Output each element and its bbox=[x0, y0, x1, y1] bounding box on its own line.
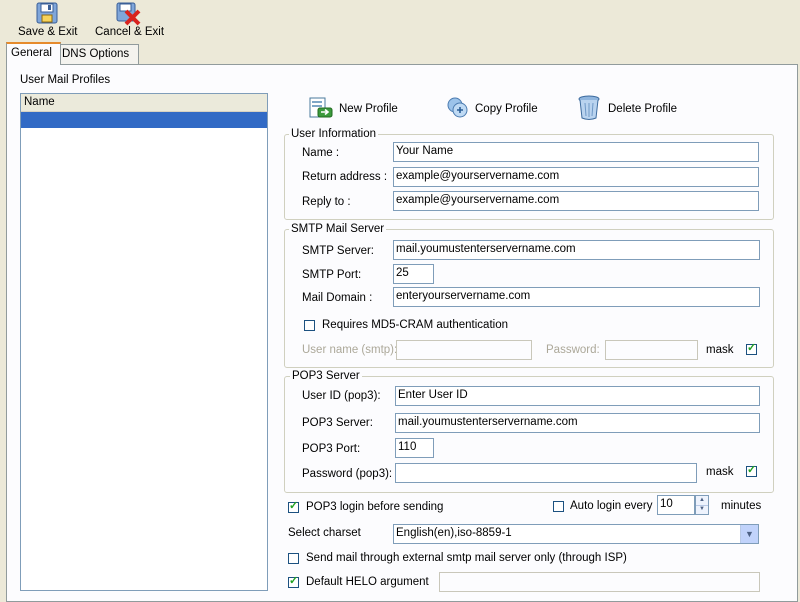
tab-general[interactable]: General bbox=[6, 42, 61, 65]
external-smtp-label: Send mail through external smtp mail ser… bbox=[306, 552, 627, 564]
smtp-password-label: Password: bbox=[546, 344, 600, 356]
auto-login-spinner[interactable]: ▲ ▼ bbox=[695, 495, 709, 515]
smtp-username-label: User name (smtp): bbox=[302, 344, 398, 356]
smtp-server-label: SMTP Server: bbox=[302, 245, 374, 257]
tab-dns-options-label: DNS Options bbox=[62, 48, 130, 60]
new-profile-icon bbox=[309, 97, 333, 118]
smtp-password-field[interactable] bbox=[605, 340, 698, 360]
name-label: Name : bbox=[302, 147, 340, 159]
profiles-label: User Mail Profiles bbox=[20, 74, 111, 86]
new-profile-label: New Profile bbox=[339, 103, 398, 115]
pop3-password-label: Password (pop3): bbox=[302, 468, 393, 480]
checkmark-icon: ✓ bbox=[747, 342, 757, 354]
copy-profile-icon bbox=[447, 97, 468, 118]
save-exit-button[interactable]: Save & Exit bbox=[14, 0, 80, 42]
auto-login-checkbox[interactable] bbox=[553, 501, 564, 512]
charset-label: Select charset bbox=[288, 527, 361, 539]
pop3-mask-checkbox[interactable]: ✓ bbox=[746, 464, 757, 477]
pop3-before-send-label: POP3 login before sending bbox=[306, 501, 444, 513]
delete-profile-icon bbox=[578, 95, 600, 120]
reply-to-label: Reply to : bbox=[302, 196, 351, 208]
md5-cram-label: Requires MD5-CRAM authentication bbox=[322, 319, 508, 331]
save-exit-label: Save & Exit bbox=[18, 26, 78, 38]
save-icon bbox=[36, 2, 58, 24]
pop3-userid-label: User ID (pop3): bbox=[302, 390, 381, 402]
pop3-userid-field[interactable]: Enter User ID bbox=[395, 386, 760, 406]
charset-value: English(en),iso-8859-1 bbox=[396, 527, 512, 539]
charset-select[interactable]: English(en),iso-8859-1 ▼ bbox=[393, 524, 759, 544]
checkmark-icon: ✓ bbox=[289, 500, 299, 512]
mail-domain-label: Mail Domain : bbox=[302, 292, 373, 304]
smtp-title: SMTP Mail Server bbox=[289, 223, 387, 235]
new-profile-button[interactable]: New Profile bbox=[306, 96, 406, 122]
list-item[interactable] bbox=[21, 112, 267, 128]
spin-down-icon[interactable]: ▼ bbox=[696, 505, 708, 514]
smtp-port-label: SMTP Port: bbox=[302, 269, 362, 281]
tab-general-label: General bbox=[11, 47, 52, 59]
auto-login-label: Auto login every bbox=[570, 500, 653, 512]
checkmark-icon: ✓ bbox=[747, 464, 757, 476]
pop3-server-label: POP3 Server: bbox=[302, 417, 373, 429]
smtp-username-field[interactable] bbox=[396, 340, 532, 360]
smtp-port-field[interactable]: 25 bbox=[393, 264, 434, 284]
delete-profile-label: Delete Profile bbox=[608, 103, 678, 115]
cancel-exit-label: Cancel & Exit bbox=[95, 26, 165, 38]
checkmark-icon: ✓ bbox=[289, 575, 299, 587]
chevron-down-icon[interactable]: ▼ bbox=[740, 525, 758, 543]
copy-profile-button[interactable]: Copy Profile bbox=[443, 96, 543, 122]
list-column-header[interactable]: Name bbox=[21, 94, 267, 112]
tab-dns-options[interactable]: DNS Options bbox=[57, 44, 139, 64]
delete-profile-button[interactable]: Delete Profile bbox=[576, 95, 686, 122]
minutes-label: minutes bbox=[721, 500, 762, 512]
helo-checkbox[interactable]: ✓ bbox=[288, 575, 299, 588]
profiles-list[interactable]: Name bbox=[20, 93, 268, 591]
pop3-password-field[interactable] bbox=[395, 463, 697, 483]
smtp-mask-label: mask bbox=[706, 344, 734, 356]
reply-to-field[interactable]: example@yourservername.com bbox=[393, 191, 759, 211]
return-address-field[interactable]: example@yourservername.com bbox=[393, 167, 759, 187]
pop3-title: POP3 Server bbox=[290, 370, 362, 382]
helo-label: Default HELO argument bbox=[306, 576, 429, 588]
copy-profile-label: Copy Profile bbox=[475, 103, 538, 115]
pop3-port-field[interactable]: 110 bbox=[395, 438, 434, 458]
external-smtp-checkbox[interactable] bbox=[288, 553, 299, 564]
user-information-title: User Information bbox=[289, 128, 379, 140]
name-field[interactable]: Your Name bbox=[393, 142, 759, 162]
column-name-label: Name bbox=[24, 96, 55, 108]
return-address-label: Return address : bbox=[302, 171, 388, 183]
pop3-before-send-checkbox[interactable]: ✓ bbox=[288, 500, 299, 513]
md5-cram-checkbox[interactable] bbox=[304, 320, 315, 331]
cancel-exit-button[interactable]: Cancel & Exit bbox=[90, 0, 166, 42]
mail-domain-field[interactable]: enteryourservername.com bbox=[393, 287, 760, 307]
smtp-server-field[interactable]: mail.youmustenterservername.com bbox=[393, 240, 760, 260]
auto-login-minutes-field[interactable]: 10 bbox=[657, 495, 695, 515]
pop3-mask-label: mask bbox=[706, 466, 734, 478]
smtp-mask-checkbox[interactable]: ✓ bbox=[746, 342, 757, 355]
pop3-port-label: POP3 Port: bbox=[302, 443, 361, 455]
cancel-icon bbox=[116, 2, 141, 26]
helo-field[interactable] bbox=[439, 572, 760, 592]
pop3-server-field[interactable]: mail.youmustenterservername.com bbox=[395, 413, 760, 433]
